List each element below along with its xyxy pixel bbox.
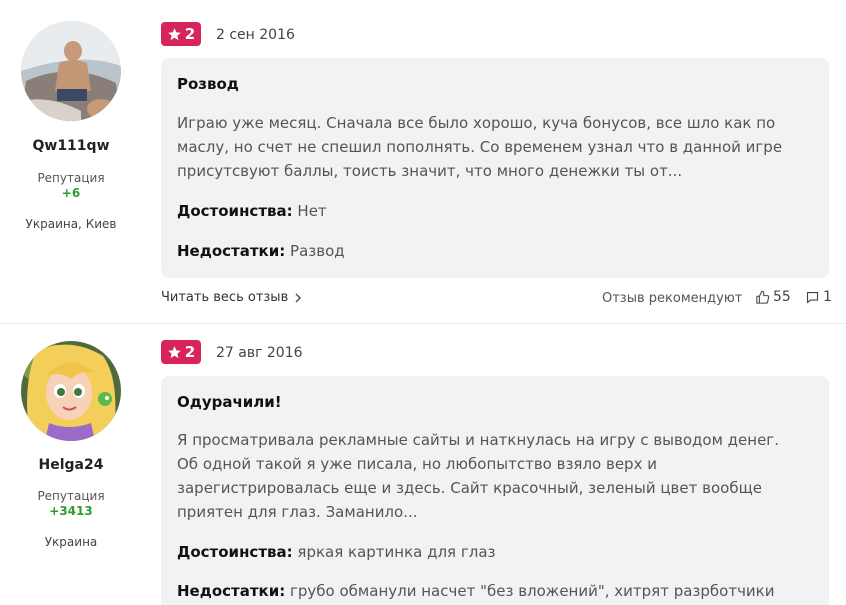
review-cons: Недостатки: Развод [177,242,807,260]
review-title[interactable]: Одурачили! [177,393,282,411]
cons-label: Недостатки: [177,582,286,600]
cons-text: Развод [290,242,345,260]
username[interactable]: Helga24 [0,457,142,473]
review-pros: Достоинства: Нет [177,202,807,220]
review-pros: Достоинства: яркая картинка для глаз [177,543,807,561]
review-item: Helga24 Репутация +3413 Украина 2 27 авг… [0,324,846,605]
thumb-up-icon [756,290,770,304]
pros-text: яркая картинка для глаз [297,543,496,561]
pros-label: Достоинства: [177,202,293,220]
review-cons: Недостатки: грубо обманули насчет "без в… [177,582,807,600]
chevron-right-icon [295,292,302,303]
pros-text: Нет [297,202,327,220]
comments-count: 1 [823,289,832,305]
recommend-label: Отзыв рекомендуют [602,291,743,306]
comments-button[interactable]: 1 [805,289,832,305]
review-title[interactable]: Розвод [177,75,239,93]
rating-value: 2 [184,343,196,361]
pros-label: Достоинства: [177,543,293,561]
star-icon [168,27,181,40]
star-icon [168,345,181,358]
review-date: 27 авг 2016 [216,345,303,361]
username[interactable]: Qw111qw [0,138,142,154]
avatar[interactable] [21,341,121,441]
review-card: Одурачили! Я просматривала рекламные сай… [161,376,829,605]
like-button[interactable]: 55 [755,289,791,305]
rating-badge: 2 [161,22,201,46]
rating-badge: 2 [161,340,201,364]
read-full-review-link[interactable]: Читать весь отзыв [161,290,302,305]
rating-value: 2 [184,25,196,43]
review-text: Я просматривала рекламные сайты и наткну… [177,431,779,521]
review-date: 2 сен 2016 [216,27,295,43]
read-more-label: Читать весь отзыв [161,290,289,305]
reputation-label: Репутация [37,171,105,185]
avatar[interactable] [21,21,121,121]
reputation-value: +6 [61,186,81,200]
review-item: Qw111qw Репутация +6 Украина, Киев 2 2 с… [0,0,846,324]
comment-icon [806,291,819,303]
review-text: Играю уже месяц. Сначала все было хорошо… [177,114,783,180]
user-location: Украина [44,535,98,549]
likes-count: 55 [773,289,791,305]
cons-text: грубо обманули насчет "без вложений", хи… [290,582,775,600]
reputation-value: +3413 [49,504,93,518]
review-card: Розвод Играю уже месяц. Сначала все было… [161,58,829,278]
cons-label: Недостатки: [177,242,286,260]
reputation-label: Репутация [37,489,105,503]
user-location: Украина, Киев [25,217,117,231]
